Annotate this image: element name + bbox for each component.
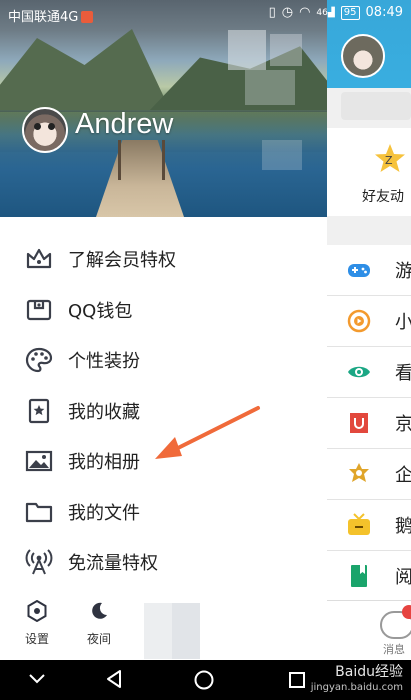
night-mode-label: 夜间 [86,632,111,646]
vibrate-icon: ▯ [268,5,276,20]
list-item[interactable]: 京 [327,398,411,449]
menu-item-wallet[interactable]: QQ钱包 [0,285,327,336]
menu-item-vip[interactable]: 了解会员特权 [0,234,327,285]
home-icon[interactable] [193,669,215,691]
menu-item-themes[interactable]: 个性装扮 [0,335,327,386]
menu-item-label: 我的收藏 [68,401,140,423]
menu-item-label: 我的相册 [68,452,140,474]
battery-icon: 95 [340,5,360,20]
friends-activity-label[interactable]: 好友动 [362,186,404,206]
moon-icon [92,602,107,619]
list-item-label: 京 [395,414,411,435]
list-item[interactable]: 看 [327,347,411,398]
menu-item-files[interactable]: 我的文件 [0,487,327,538]
status-bar: 中国联通4G ▯ ◷ ◠ 46▟ 95 08:49 [0,0,411,28]
list-item[interactable]: 阅 [327,551,411,602]
list-item-label: 游 [395,261,411,282]
tab-label: 消息 [383,643,405,656]
list-item-label: 企 [395,465,411,486]
android-nav-bar: Baidu经验 jingyan.baidu.com [0,660,411,700]
shop-icon [350,413,368,433]
svg-text:Z: Z [385,154,393,167]
list-item[interactable]: 小 [327,296,411,347]
star-icon[interactable]: Z [373,142,407,176]
list-item[interactable]: 鹅 [327,500,411,551]
menu-item-label: 个性装扮 [68,351,140,373]
menu-item-favorites[interactable]: 我的收藏 [0,386,327,437]
bookmark-star-icon [24,396,54,426]
back-icon[interactable] [104,669,124,689]
image-icon [24,446,54,476]
crown-icon [24,244,54,274]
broadcast-icon [24,547,54,577]
main-screen-partial[interactable]: Z 好友动 游 小 看 京 企 鹅 阅 消息 [327,0,411,660]
drawer-bottom-actions: 设置 夜间 [0,598,327,660]
settings-button[interactable]: 设置 [17,599,57,647]
list-item-label: 小 [395,312,411,333]
blurred-area [144,603,200,659]
menu-item-label: 我的文件 [68,502,140,524]
wallet-icon [24,295,54,325]
play-circle-icon [347,309,371,333]
gamepad-icon [348,264,370,277]
avatar[interactable] [341,34,385,78]
watermark: Baidu经验 jingyan.baidu.com [310,664,403,693]
drawer-header: Andrew [0,0,327,217]
username[interactable]: Andrew [75,108,173,141]
app-notification-icon [81,11,94,23]
feature-list: 游 小 看 京 企 鹅 阅 [327,245,411,602]
settings-icon [27,599,47,623]
night-mode-button[interactable]: 夜间 [79,600,119,647]
tab-messages[interactable]: 消息 [327,600,411,660]
recents-icon[interactable] [288,671,306,689]
clock: 08:49 [365,5,403,20]
list-item-label: 阅 [395,567,411,588]
palette-icon [24,345,54,375]
menu-item-label: 免流量特权 [68,553,158,575]
drawer-menu: 了解会员特权 QQ钱包 个性装扮 我的收藏 我的相册 我的文件 免流量特权 [0,234,327,588]
book-icon [351,565,367,587]
avatar[interactable] [22,107,68,153]
list-item-label: 鹅 [395,516,411,537]
tv-icon [348,513,370,535]
unread-badge [402,605,411,619]
wifi-icon: ◠ [299,5,311,20]
badge-icon [349,463,369,482]
menu-item-label: 了解会员特权 [68,250,176,272]
list-item[interactable]: 企 [327,449,411,500]
settings-label: 设置 [24,632,49,646]
menu-item-free-data[interactable]: 免流量特权 [0,537,327,588]
menu-item-album[interactable]: 我的相册 [0,436,327,487]
background-mountain [0,29,170,110]
folder-icon [24,497,54,527]
chevron-down-icon[interactable] [28,672,46,686]
eye-icon [348,366,370,378]
carrier-label: 中国联通4G [8,6,94,25]
search-bar[interactable] [341,92,411,120]
signal-icon: 46▟ [316,7,335,18]
alarm-icon: ◷ [281,5,294,20]
menu-item-label: QQ钱包 [68,300,133,322]
list-item-label: 看 [395,363,411,384]
list-item[interactable]: 游 [327,245,411,296]
